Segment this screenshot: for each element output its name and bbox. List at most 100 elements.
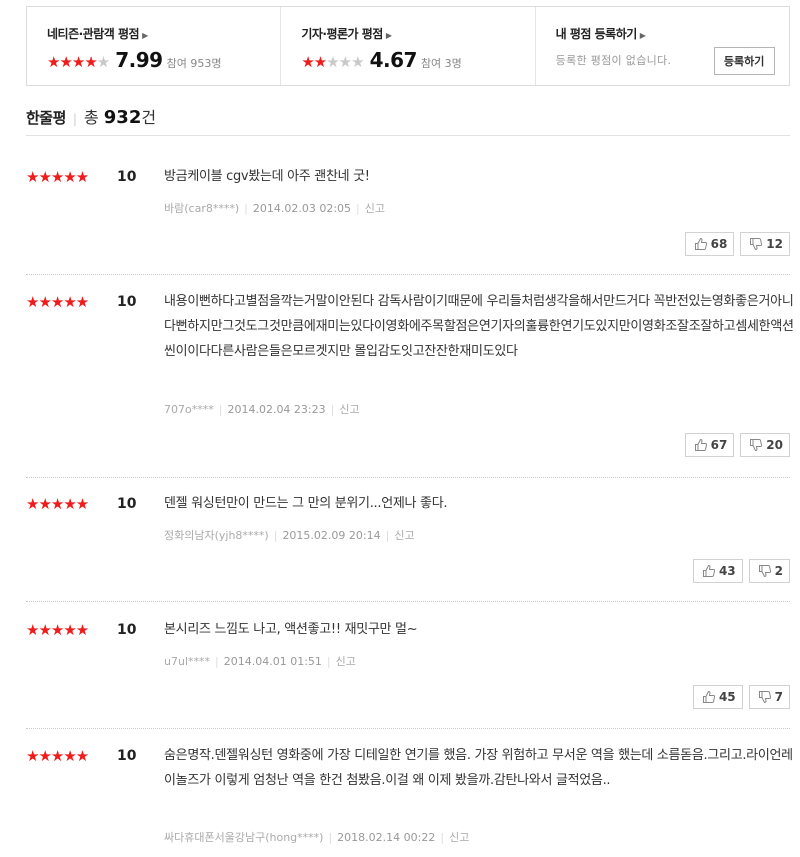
review-date: 2014.04.01 01:51 <box>223 655 322 668</box>
report-link[interactable]: 신고 <box>365 202 385 215</box>
dislike-button[interactable]: 12 <box>740 232 790 256</box>
review-author[interactable]: 정화의남자(yjh8****) <box>164 529 269 542</box>
divider: | <box>328 831 333 844</box>
review-stars: ★★★★★ <box>26 495 89 513</box>
critic-rating-title[interactable]: 기자·평론가 평점 <box>301 27 383 41</box>
review-author[interactable]: 바람(car8****) <box>164 202 239 215</box>
thumbs-up-icon <box>694 438 707 451</box>
empty-stars: ★ <box>96 53 110 71</box>
like-button[interactable]: 45 <box>692 685 743 709</box>
total-count: 932 <box>103 107 142 128</box>
thumbs-up-icon <box>694 237 707 250</box>
dislike-button[interactable]: 2 <box>748 559 790 583</box>
review-meta: 정화의남자(yjh8****) | 2015.02.09 20:14 | 신고 <box>164 527 415 543</box>
netizen-rating: 네티즌·관람객 평점 ▶ ★★★★★ 7.99 참여 953명 <box>27 7 280 85</box>
review-text: 내용이뻔하다고별점을깍는거말이안된다 감독사람이기때문에 우리들처럼생각을해서만… <box>164 294 794 359</box>
critic-count: 참여 3명 <box>420 57 462 70</box>
report-link[interactable]: 신고 <box>449 831 469 844</box>
netizen-rating-link[interactable]: 네티즌·관람객 평점 ▶ <box>47 25 280 42</box>
review-score: 10 <box>117 496 137 512</box>
review-total: 총 932건 <box>83 107 157 128</box>
review-author[interactable]: 싸다휴대폰서울강남구(hong****) <box>164 831 323 844</box>
review-text: 방금케이블 cgv봤는데 아주 괜찬네 굿! <box>164 169 370 184</box>
critic-rating-link[interactable]: 기자·평론가 평점 ▶ <box>301 25 534 42</box>
review-date: 2018.02.14 00:22 <box>337 831 436 844</box>
my-rating-link[interactable]: 내 평점 등록하기 ▶ <box>556 25 789 42</box>
review-author[interactable]: u7ul**** <box>164 655 210 668</box>
no-rating-message: 등록한 평점이 없습니다. <box>555 54 672 67</box>
register-rating-button[interactable]: 등록하기 <box>713 47 775 75</box>
dislike-count: 7 <box>774 690 783 704</box>
thumbs-down-icon <box>758 565 771 578</box>
netizen-score: 7.99 <box>115 48 163 72</box>
report-link[interactable]: 신고 <box>339 403 359 416</box>
thumbs-up-icon <box>702 564 715 577</box>
divider <box>26 274 790 275</box>
review-score: 10 <box>117 622 137 638</box>
divider: | <box>244 202 248 215</box>
netizen-count: 참여 953명 <box>166 57 222 70</box>
report-link[interactable]: 신고 <box>336 655 356 668</box>
like-count: 43 <box>718 564 736 578</box>
divider: | <box>273 529 278 542</box>
review-text: 덴젤 워싱턴만이 만드는 그 만의 분위기...언제나 좋다. <box>164 496 448 511</box>
divider: | <box>356 202 360 215</box>
vote-buttons: 45 7 <box>692 685 790 709</box>
review-text: 본시리즈 느낌도 나고, 액션좋고!! 재밋구만 멀~ <box>164 622 418 637</box>
filled-stars: ★★★★ <box>47 53 98 71</box>
review-stars: ★★★★★ <box>26 168 89 186</box>
thumbs-down-icon <box>758 691 771 704</box>
vote-buttons: 68 12 <box>684 232 790 256</box>
vote-buttons: 67 20 <box>684 433 790 457</box>
critic-rating: 기자·평론가 평점 ▶ ★★★★★ 4.67 참여 3명 <box>280 7 534 85</box>
dislike-count: 2 <box>774 564 783 578</box>
like-count: 67 <box>710 438 728 452</box>
review-score: 10 <box>117 294 137 310</box>
divider <box>26 601 790 602</box>
review-score: 10 <box>117 169 137 185</box>
empty-stars: ★★★ <box>326 53 364 71</box>
like-count: 68 <box>710 237 728 251</box>
review-stars: ★★★★★ <box>26 621 89 639</box>
divider: | <box>218 403 223 416</box>
like-button[interactable]: 68 <box>684 232 735 256</box>
like-count: 45 <box>718 690 736 704</box>
divider <box>26 728 790 729</box>
divider <box>26 477 790 478</box>
my-rating-title[interactable]: 내 평점 등록하기 <box>556 27 638 41</box>
dislike-button[interactable]: 7 <box>748 685 790 709</box>
dislike-count: 12 <box>766 237 783 251</box>
review-author[interactable]: 707o**** <box>164 403 214 416</box>
divider: | <box>440 831 445 844</box>
thumbs-down-icon <box>750 439 763 452</box>
chevron-right-icon: ▶ <box>639 31 646 40</box>
review-date: 2015.02.09 20:14 <box>282 529 381 542</box>
thumbs-up-icon <box>702 690 715 703</box>
critic-stars: ★★★★★ <box>301 53 364 71</box>
review-stars: ★★★★★ <box>26 747 89 765</box>
my-rating: 내 평점 등록하기 ▶ 등록한 평점이 없습니다. 등록하기 <box>534 7 789 85</box>
vote-buttons: 43 2 <box>692 559 790 583</box>
total-suffix: 건 <box>141 108 157 127</box>
review-section-title: 한줄평 <box>26 109 66 127</box>
review-meta: 707o**** | 2014.02.04 23:23 | 신고 <box>164 401 360 417</box>
divider: | <box>72 112 77 126</box>
divider: | <box>330 403 335 416</box>
like-button[interactable]: 43 <box>692 559 743 583</box>
critic-score: 4.67 <box>369 48 418 72</box>
divider: | <box>385 529 390 542</box>
netizen-rating-title[interactable]: 네티즌·관람객 평점 <box>47 27 140 41</box>
review-text: 숨은명작.덴젤워싱턴 영화중에 가장 디테일한 연기를 했음. 가장 위험하고 … <box>164 748 793 788</box>
report-link[interactable]: 신고 <box>394 529 414 542</box>
review-stars: ★★★★★ <box>26 293 89 311</box>
review-score: 10 <box>117 748 137 764</box>
dislike-button[interactable]: 20 <box>740 433 790 457</box>
divider: | <box>215 655 219 668</box>
thumbs-down-icon <box>750 238 763 251</box>
review-meta: 바람(car8****) | 2014.02.03 02:05 | 신고 <box>164 200 385 216</box>
total-prefix: 총 <box>83 108 104 127</box>
review-date: 2014.02.04 23:23 <box>227 403 326 416</box>
divider: | <box>326 655 331 668</box>
review-summary-header: 한줄평 | 총 932건 <box>26 104 790 136</box>
like-button[interactable]: 67 <box>684 433 735 457</box>
